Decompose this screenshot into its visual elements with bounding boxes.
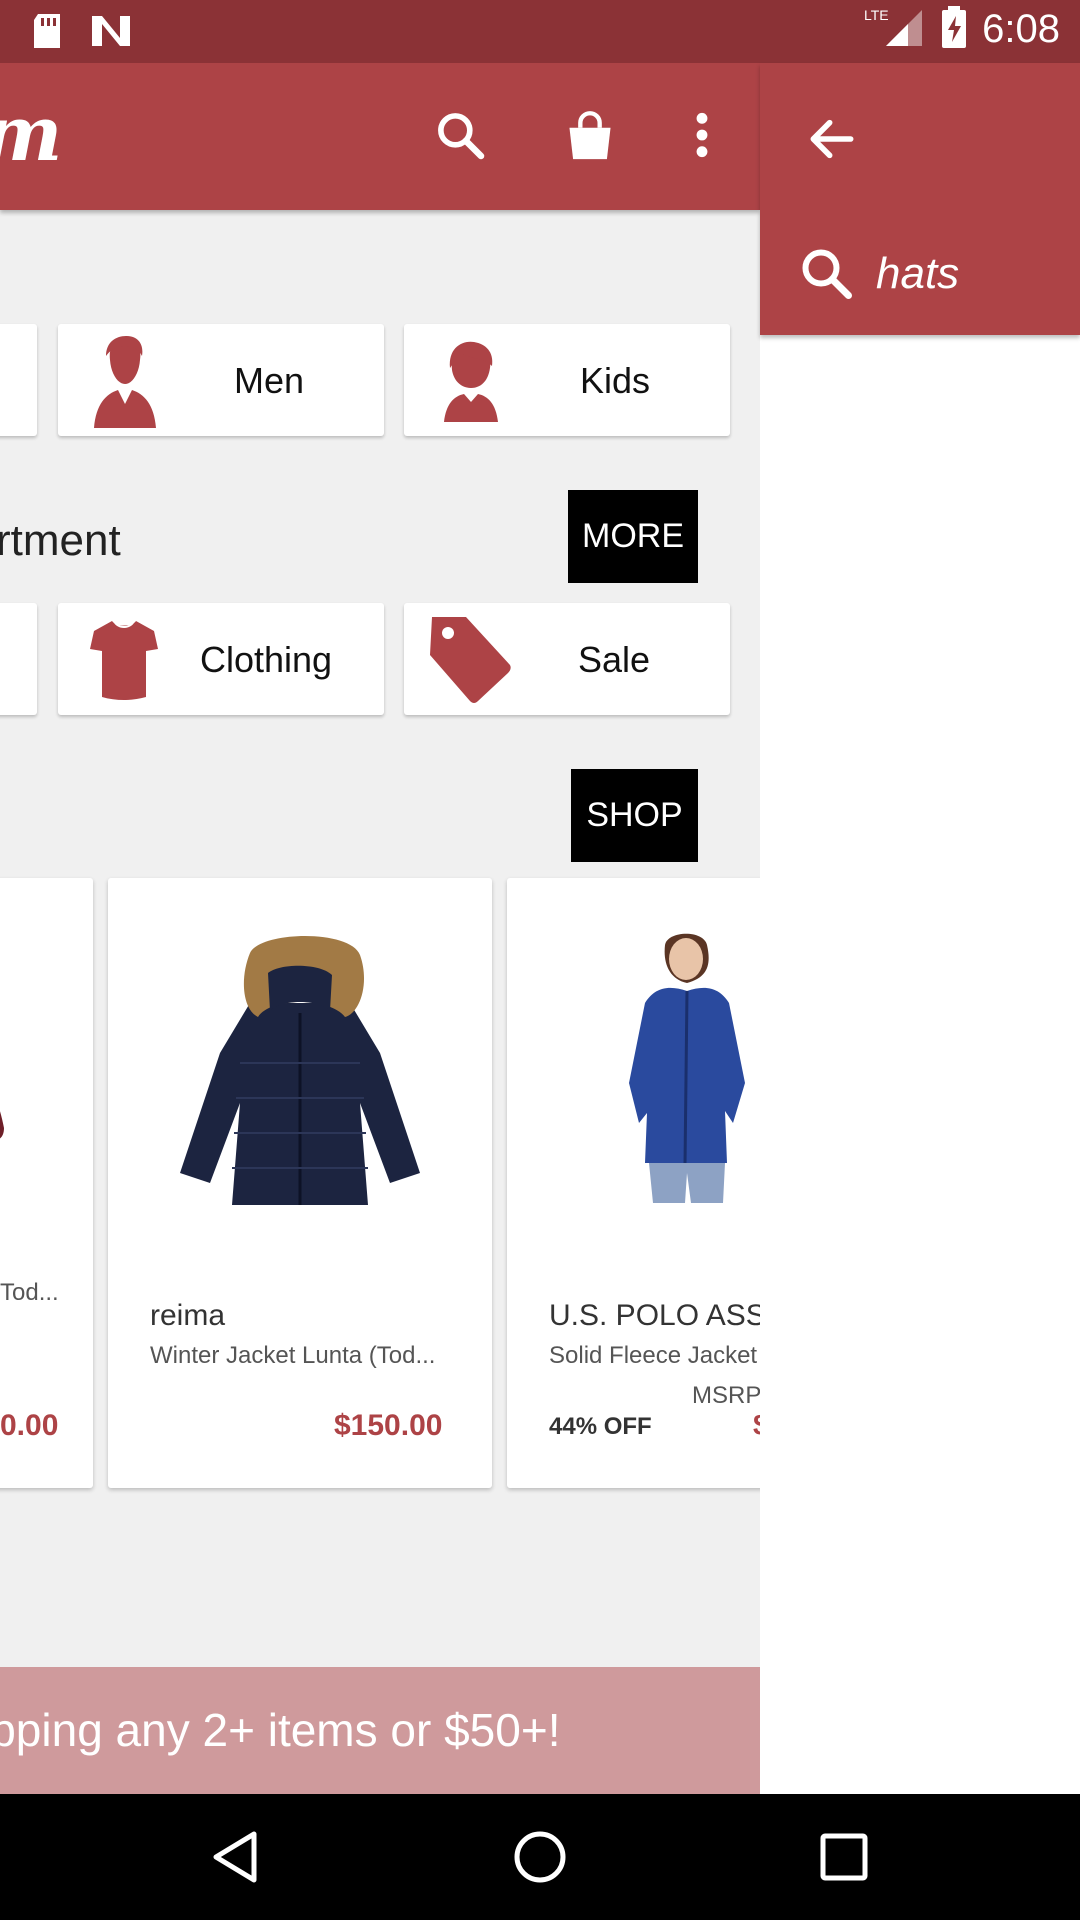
product-image [0, 1058, 20, 1183]
category-tile-partial[interactable] [0, 603, 37, 715]
overflow-menu-icon[interactable] [670, 103, 734, 167]
category-tile-clothing[interactable]: Clothing [58, 603, 384, 715]
product-msrp-label: MSRP [692, 1382, 760, 1409]
home-circle-icon[interactable] [510, 1827, 570, 1887]
main-app-content: m Men Kids rtment MORE Clothing [0, 63, 760, 1794]
category-tile-kids[interactable]: Kids [404, 324, 730, 436]
category-label: Clothing [200, 639, 333, 680]
man-icon [92, 334, 158, 433]
n-notification-icon [90, 12, 132, 55]
department-title: rtment [0, 516, 121, 565]
product-brand: U.S. POLO ASS [549, 1299, 760, 1332]
product-discount: 44% OFF [549, 1413, 652, 1440]
search-drawer: hats [760, 63, 1080, 1794]
battery-charging-icon [940, 6, 968, 53]
app-toolbar: m [0, 63, 760, 210]
tag-icon [428, 613, 512, 710]
search-icon[interactable] [428, 103, 492, 167]
category-tile-men[interactable]: Men [58, 324, 384, 436]
search-icon [796, 243, 856, 303]
kid-icon [442, 340, 500, 427]
product-card[interactable]: U.S. POLO ASS Solid Fleece Jacket MSRP 4… [507, 878, 760, 1488]
promo-banner[interactable]: ipping any 2+ items or $50+! [0, 1667, 760, 1794]
search-query-input[interactable]: hats [876, 249, 959, 299]
category-tile-sale[interactable]: Sale [404, 603, 730, 715]
banner-text: ipping any 2+ items or $50+! [0, 1704, 561, 1756]
product-name: Solid Fleece Jacket [549, 1342, 758, 1369]
lte-label: LTE [864, 7, 889, 23]
product-price: $150.00 [334, 1409, 443, 1442]
category-label: Sale [578, 639, 651, 680]
search-header: hats [760, 63, 1080, 335]
product-price: 0.00 [0, 1409, 59, 1442]
shirt-icon [88, 617, 160, 706]
status-time: 6:08 [982, 7, 1060, 51]
product-card[interactable]: reima Winter Jacket Lunta (Tod... $150.0… [108, 878, 492, 1488]
product-image [615, 933, 760, 1208]
product-price: $ [753, 1409, 760, 1443]
product-brand: reima [150, 1299, 226, 1332]
category-label: Kids [580, 360, 651, 401]
product-name: Winter Jacket Lunta (Tod... [150, 1342, 436, 1369]
more-button[interactable]: MORE [568, 490, 698, 583]
system-nav-bar [0, 1794, 1080, 1920]
back-arrow-icon[interactable] [804, 111, 860, 167]
product-image [170, 933, 430, 1218]
lte-signal-icon: LTE [864, 6, 926, 53]
product-card[interactable]: Tod... 0.00 [0, 878, 93, 1488]
sd-card-icon [30, 12, 64, 55]
category-label: Men [234, 360, 305, 401]
product-name: Tod... [0, 1279, 59, 1306]
recents-square-icon[interactable] [814, 1827, 874, 1887]
app-logo[interactable]: m [0, 89, 62, 178]
back-triangle-icon[interactable] [206, 1827, 266, 1887]
shopping-bag-icon[interactable] [558, 103, 622, 167]
shop-button[interactable]: SHOP [571, 769, 698, 862]
status-bar: LTE 6:08 [0, 0, 1080, 63]
category-tile-partial[interactable] [0, 324, 37, 436]
